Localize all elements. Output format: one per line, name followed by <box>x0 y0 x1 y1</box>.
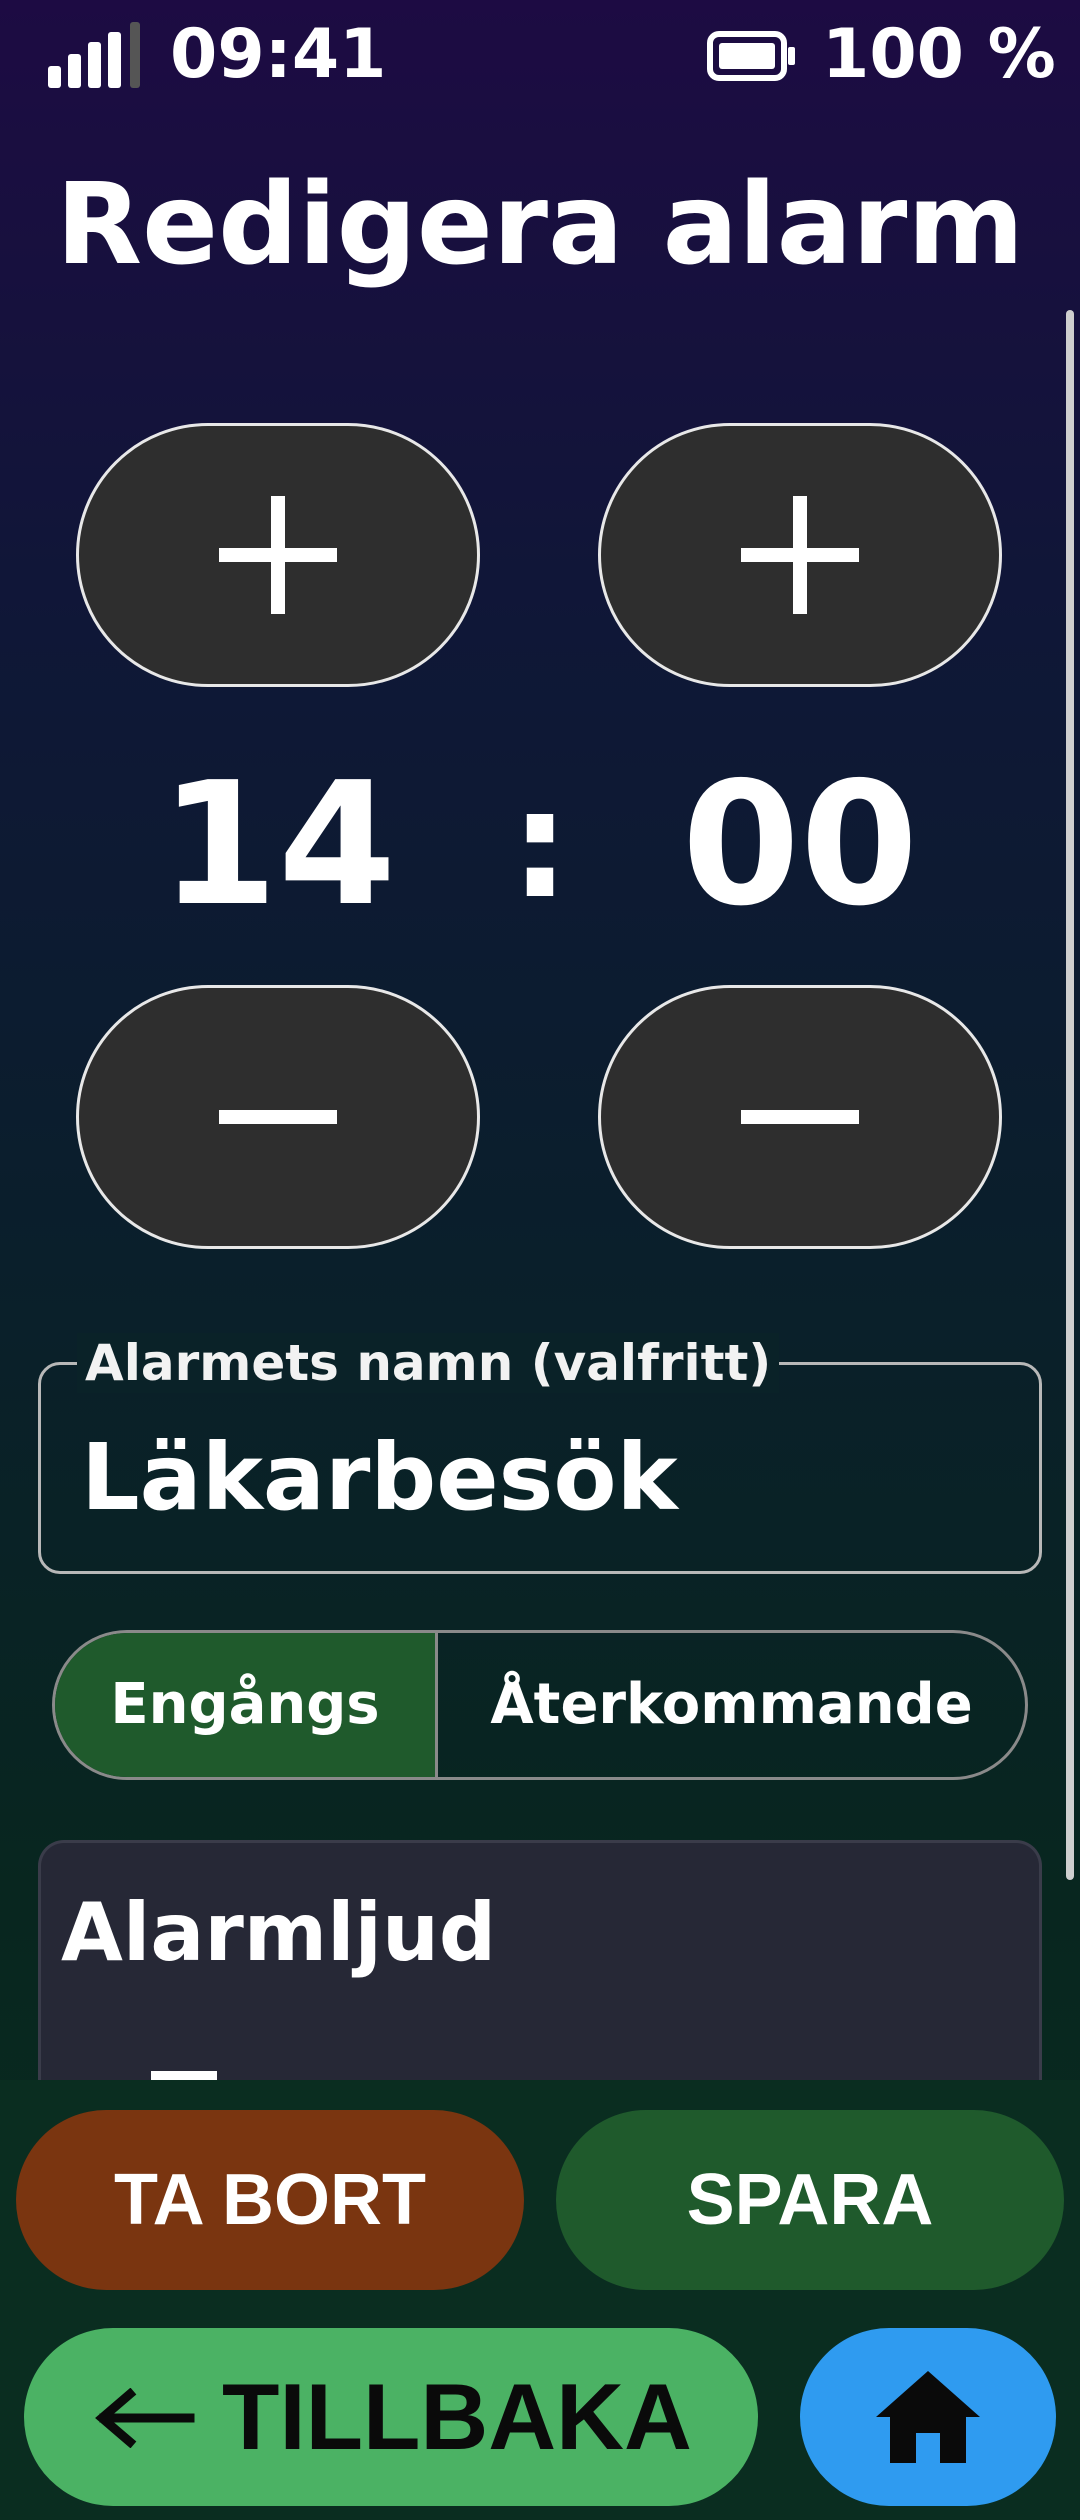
home-button[interactable] <box>800 2328 1056 2506</box>
save-button[interactable]: SPARA <box>556 2110 1064 2290</box>
decrease-minutes-button[interactable] <box>598 985 1002 1249</box>
plus-icon <box>219 496 337 614</box>
alarm-name-field[interactable]: Alarmets namn (valfritt) Läkarbesök <box>38 1333 1042 1574</box>
status-time: 09:41 <box>170 15 387 94</box>
minutes-value: 00 <box>681 746 919 944</box>
signal-icon <box>48 22 148 88</box>
battery-full-icon <box>707 31 795 81</box>
bottom-action-bar: TA BORT SPARA TILLBAKA <box>0 2080 1080 2520</box>
increase-minutes-button[interactable] <box>598 423 1002 687</box>
back-button-label: TILLBAKA <box>222 2364 692 2469</box>
status-bar: 09:41 100 % <box>0 0 1080 110</box>
segment-one-time[interactable]: Engångs <box>55 1633 438 1777</box>
alarm-name-input[interactable]: Läkarbesök <box>81 1423 678 1533</box>
back-button[interactable]: TILLBAKA <box>24 2328 758 2506</box>
plus-icon <box>741 496 859 614</box>
minus-icon <box>219 1110 337 1124</box>
home-icon <box>876 2371 980 2463</box>
scrollbar-thumb[interactable] <box>1066 310 1074 1880</box>
segment-recurring[interactable]: Återkommande <box>438 1633 1025 1777</box>
alarm-sound-title: Alarmljud <box>61 1886 497 1979</box>
battery-level: 100 % <box>822 15 1056 94</box>
alarm-name-label: Alarmets namn (valfritt) <box>77 1333 780 1393</box>
page-title: Redigera alarm <box>55 160 1025 290</box>
increase-hours-button[interactable] <box>76 423 480 687</box>
delete-button[interactable]: TA BORT <box>16 2110 524 2290</box>
decrease-hours-button[interactable] <box>76 985 480 1249</box>
arrow-left-icon <box>95 2388 195 2449</box>
hours-value: 14 <box>159 746 397 944</box>
alarm-sound-section[interactable]: Alarmljud <box>38 1840 1042 2100</box>
time-separator: : <box>510 758 570 932</box>
minus-icon <box>741 1110 859 1124</box>
scrollbar[interactable] <box>1066 310 1074 2080</box>
repeat-toggle: Engångs Återkommande <box>52 1630 1028 1780</box>
